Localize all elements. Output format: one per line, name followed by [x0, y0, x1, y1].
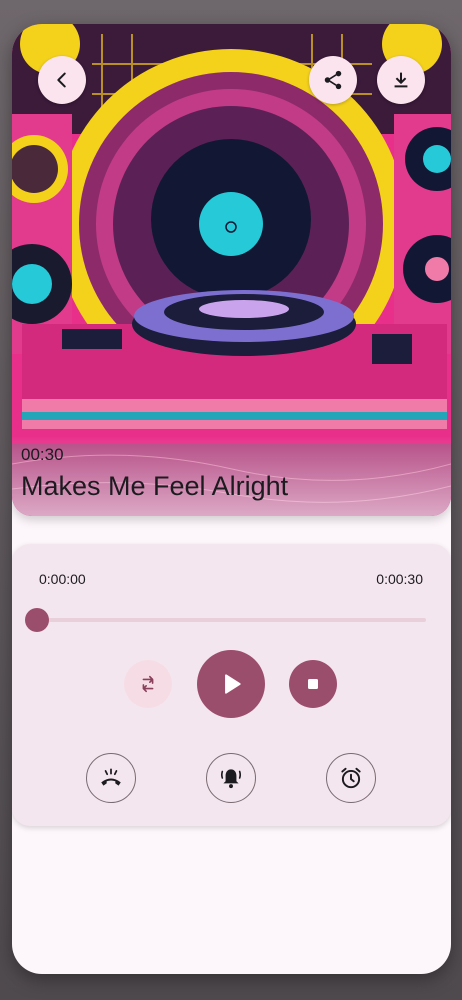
play-button[interactable] [197, 650, 265, 718]
bell-ringing-icon [220, 769, 242, 789]
seek-slider-thumb[interactable] [25, 608, 49, 632]
repeat-icon [142, 675, 154, 693]
play-icon [225, 674, 241, 694]
repeat-button[interactable] [124, 660, 172, 708]
set-alarm-button[interactable] [326, 753, 376, 803]
share-icon [324, 70, 342, 90]
back-button[interactable] [38, 56, 86, 104]
current-time: 0:00:00 [39, 571, 86, 587]
track-duration: 00:30 [21, 445, 64, 464]
alarm-clock-icon [341, 767, 361, 789]
stop-icon [308, 679, 318, 689]
chevron-left-icon [57, 72, 66, 88]
stop-button[interactable] [289, 660, 337, 708]
share-button[interactable] [309, 56, 357, 104]
total-time: 0:00:30 [376, 571, 423, 587]
app-screen: 00:30 Makes Me Feel Alright 0:00:00 0:00… [12, 24, 451, 974]
player-controls-card: 0:00:00 0:00:30 [12, 544, 451, 826]
set-ringtone-button[interactable] [86, 753, 136, 803]
phone-ringing-icon [101, 768, 121, 786]
track-title: Makes Me Feel Alright [21, 471, 289, 501]
download-icon [394, 72, 408, 88]
download-button[interactable] [377, 56, 425, 104]
seek-slider-track[interactable] [37, 618, 426, 622]
set-notification-button[interactable] [206, 753, 256, 803]
